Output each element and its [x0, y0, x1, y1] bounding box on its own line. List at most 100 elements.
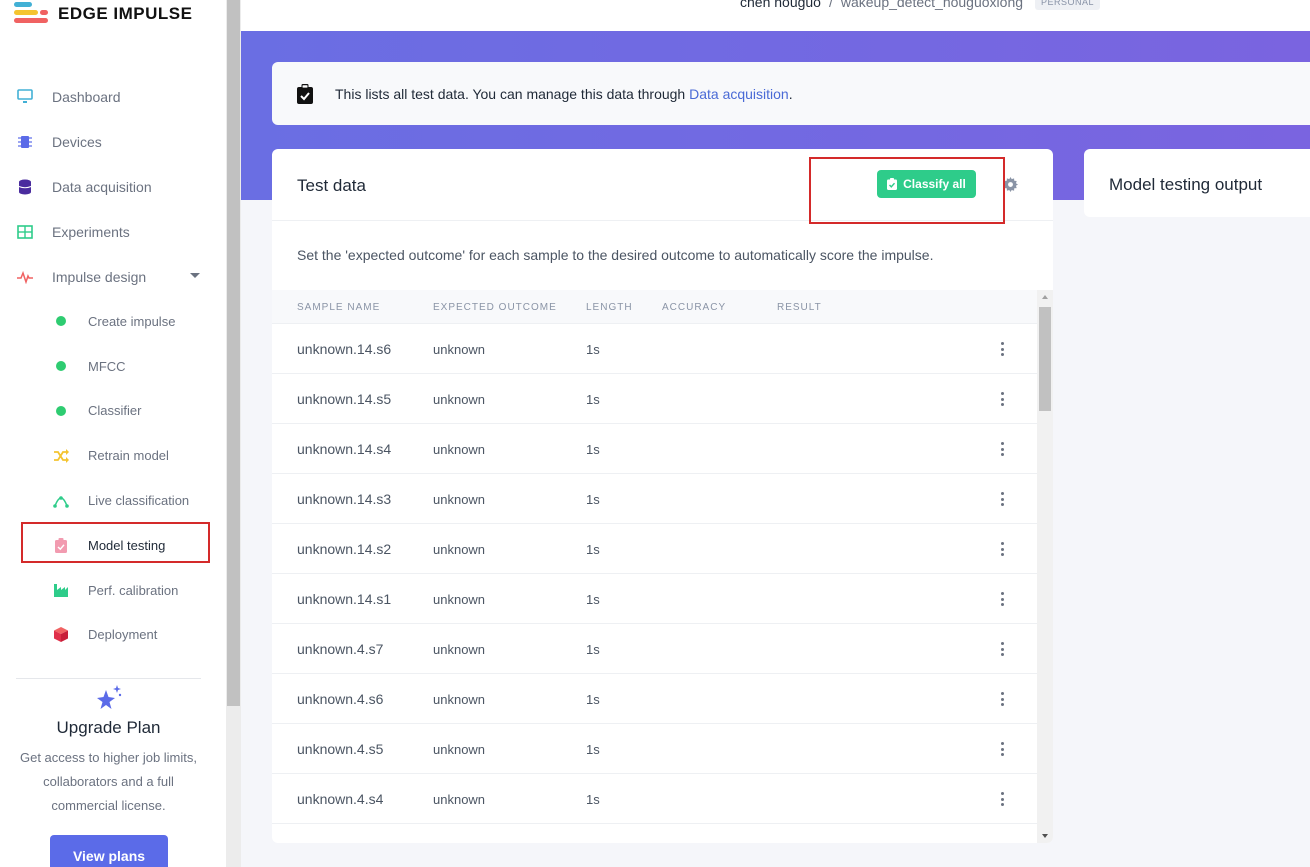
sample-name-cell[interactable]: unknown.14.s3	[297, 491, 391, 507]
sidebar-item-live-classification[interactable]: Live classification	[0, 478, 226, 523]
expected-outcome-cell: unknown	[433, 342, 486, 357]
info-suffix: .	[788, 85, 793, 102]
sidebar-item-mfcc[interactable]: MFCC	[0, 344, 226, 389]
sidebar-item-devices[interactable]: Devices	[0, 119, 226, 164]
kebab-menu-icon[interactable]	[999, 442, 1005, 456]
expected-outcome-cell: unknown	[433, 392, 486, 407]
test-data-card: Test data Classify all Set the 'expected…	[272, 149, 1053, 843]
kebab-menu-icon[interactable]	[999, 392, 1005, 406]
chevron-down-icon[interactable]	[190, 273, 200, 278]
kebab-menu-icon[interactable]	[999, 642, 1005, 656]
info-banner: This lists all test data. You can manage…	[272, 62, 1310, 125]
sidebar-item-retrain-model[interactable]: Retrain model	[0, 433, 226, 478]
expected-outcome-cell: unknown	[433, 542, 486, 557]
sidebar-item-label: Devices	[52, 133, 102, 150]
model-testing-output-title: Model testing output	[1109, 175, 1263, 194]
dot-icon	[52, 357, 70, 375]
monitor-icon	[16, 88, 34, 106]
table-row[interactable]: unknown.14.s6 unknown 1s	[272, 324, 1037, 374]
factory-icon	[52, 581, 70, 599]
data-acquisition-link[interactable]: Data acquisition	[689, 86, 789, 102]
column-accuracy[interactable]: ACCURACY	[662, 302, 726, 313]
scrollbar-thumb[interactable]	[1039, 307, 1051, 411]
column-sample-name[interactable]: SAMPLE NAME	[297, 302, 380, 313]
expected-outcome-cell: unknown	[433, 692, 486, 707]
table-row[interactable]: unknown.14.s5 unknown 1s	[272, 374, 1037, 424]
table-row[interactable]: unknown.14.s3 unknown 1s	[272, 474, 1037, 524]
scroll-up-arrow-icon[interactable]	[1042, 295, 1048, 299]
sidebar-item-label: Experiments	[52, 223, 130, 240]
table-row[interactable]: unknown.14.s2 unknown 1s	[272, 524, 1037, 574]
breadcrumb-separator: /	[828, 0, 833, 10]
info-text: This lists all test data. You can manage…	[335, 85, 690, 102]
table-body: unknown.14.s6 unknown 1s unknown.14.s5 unkno…	[272, 324, 1037, 824]
sample-name-cell[interactable]: unknown.4.s7	[297, 641, 383, 657]
kebab-menu-icon[interactable]	[999, 692, 1005, 706]
classify-all-highlight	[809, 157, 1005, 224]
breadcrumb-user[interactable]: chen houguo	[740, 0, 821, 10]
gear-icon[interactable]	[1003, 177, 1018, 192]
sample-name-cell[interactable]: unknown.4.s5	[297, 741, 383, 757]
sidebar-nav: Dashboard Devices Data acquisition Exper…	[0, 74, 226, 657]
sample-name-cell[interactable]: unknown.14.s5	[297, 391, 391, 407]
column-result[interactable]: RESULT	[777, 302, 822, 313]
breadcrumb-project[interactable]: wakeup_detect_houguoxiong	[841, 0, 1023, 10]
edge-impulse-logo-icon	[14, 2, 48, 26]
scroll-down-arrow-icon[interactable]	[1042, 834, 1048, 838]
kebab-menu-icon[interactable]	[999, 342, 1005, 356]
table-row[interactable]: unknown.14.s1 unknown 1s	[272, 574, 1037, 624]
kebab-menu-icon[interactable]	[999, 492, 1005, 506]
sidebar-scrollbar[interactable]	[226, 0, 241, 867]
sample-name-cell[interactable]: unknown.14.s6	[297, 341, 391, 357]
sidebar-item-classifier[interactable]: Classifier	[0, 389, 226, 434]
expected-outcome-cell: unknown	[433, 492, 486, 507]
kebab-menu-icon[interactable]	[999, 792, 1005, 806]
sidebar-item-data-acquisition[interactable]: Data acquisition	[0, 164, 226, 209]
sidebar-item-dashboard[interactable]: Dashboard	[0, 74, 226, 119]
sidebar-item-create-impulse[interactable]: Create impulse	[0, 299, 226, 344]
curve-icon	[52, 492, 70, 510]
table-scrollbar[interactable]	[1037, 290, 1053, 843]
sample-name-cell[interactable]: unknown.14.s2	[297, 541, 391, 557]
table-row[interactable]: unknown.4.s7 unknown 1s	[272, 624, 1037, 674]
view-plans-button[interactable]: View plans	[50, 835, 168, 867]
database-icon	[16, 178, 34, 196]
top-header: chen houguo / wakeup_detect_houguoxiong …	[241, 0, 1310, 31]
expected-outcome-cell: unknown	[433, 792, 486, 807]
sidebar-item-perf-calibration[interactable]: Perf. calibration	[0, 568, 226, 613]
sidebar-item-label: Impulse design	[52, 268, 147, 285]
scrollbar-thumb[interactable]	[227, 0, 240, 706]
sidebar-item-label: Deployment	[88, 627, 158, 643]
upgrade-title: Upgrade Plan	[56, 718, 161, 737]
column-expected-outcome[interactable]: EXPECTED OUTCOME	[433, 302, 557, 313]
column-length[interactable]: LENGTH	[586, 302, 633, 313]
sample-name-cell[interactable]: unknown.4.s6	[297, 691, 383, 707]
model-testing-highlight	[21, 522, 210, 563]
kebab-menu-icon[interactable]	[999, 592, 1005, 606]
sample-name-cell[interactable]: unknown.14.s1	[297, 591, 391, 607]
kebab-menu-icon[interactable]	[999, 742, 1005, 756]
sidebar-item-label: Live classification	[88, 493, 190, 509]
sidebar-item-label: Create impulse	[88, 313, 176, 329]
expected-outcome-cell: unknown	[433, 742, 486, 757]
table-row[interactable]: unknown.4.s6 unknown 1s	[272, 674, 1037, 724]
table-row[interactable]: unknown.4.s5 unknown 1s	[272, 724, 1037, 774]
length-cell: 1s	[586, 542, 600, 557]
test-data-title: Test data	[297, 176, 366, 195]
sidebar-item-impulse-design[interactable]: Impulse design	[0, 254, 226, 299]
logo[interactable]: EDGE IMPULSE	[14, 2, 192, 26]
length-cell: 1s	[586, 392, 600, 407]
chip-icon	[16, 133, 34, 151]
clipboard-check-icon	[297, 83, 313, 104]
sidebar-item-label: Dashboard	[52, 88, 121, 105]
kebab-menu-icon[interactable]	[999, 542, 1005, 556]
sidebar-item-experiments[interactable]: Experiments	[0, 209, 226, 254]
sidebar-item-deployment[interactable]: Deployment	[0, 613, 226, 658]
length-cell: 1s	[586, 692, 600, 707]
dot-icon	[52, 312, 70, 330]
length-cell: 1s	[586, 342, 600, 357]
table-row[interactable]: unknown.14.s4 unknown 1s	[272, 424, 1037, 474]
sample-name-cell[interactable]: unknown.4.s4	[297, 791, 383, 807]
sample-name-cell[interactable]: unknown.14.s4	[297, 441, 391, 457]
table-row[interactable]: unknown.4.s4 unknown 1s	[272, 774, 1037, 824]
